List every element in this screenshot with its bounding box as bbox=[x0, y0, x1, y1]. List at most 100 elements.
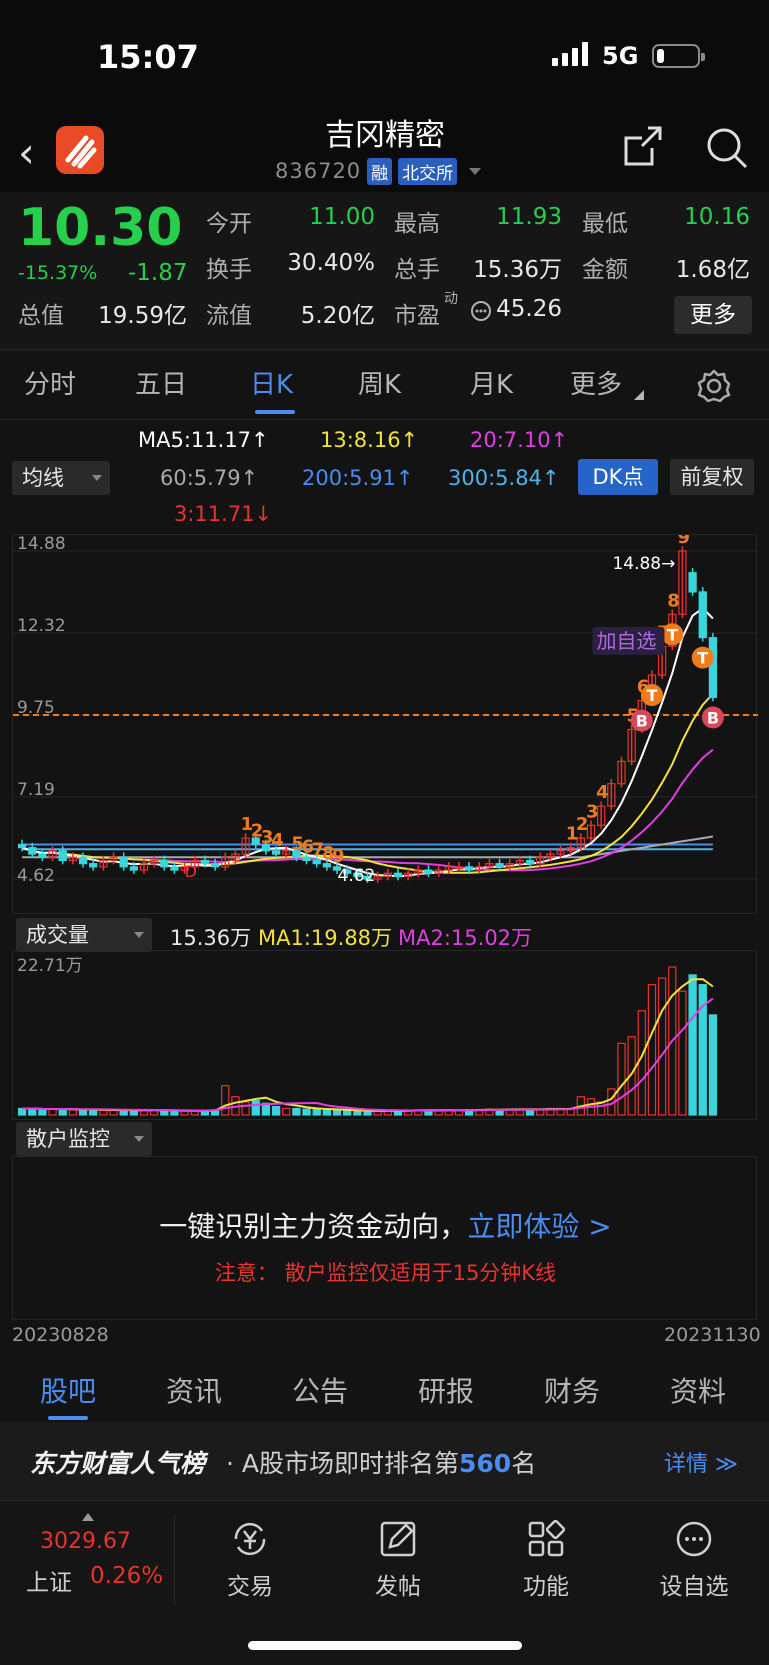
candle bbox=[698, 591, 707, 639]
ma-type-dropdown[interactable]: 均线 bbox=[12, 461, 110, 495]
tab-announcement[interactable]: 公告 bbox=[292, 1370, 348, 1410]
volume-bar bbox=[292, 1107, 301, 1116]
network-type: 5G bbox=[602, 42, 639, 70]
tab-weekly-k[interactable]: 周K bbox=[358, 364, 401, 401]
dk-point-button[interactable]: DK点 bbox=[578, 459, 658, 495]
tab-five-day[interactable]: 五日 bbox=[135, 364, 187, 401]
tab-guba[interactable]: 股吧 bbox=[40, 1370, 96, 1410]
index-pct[interactable]: 0.26% bbox=[90, 1563, 163, 1589]
retail-try-link[interactable]: 立即体验 > bbox=[467, 1210, 611, 1243]
more-quote-button[interactable]: 更多 bbox=[674, 296, 752, 334]
signal-count: 9 bbox=[332, 846, 345, 867]
high-label: 最高 bbox=[394, 211, 440, 237]
volume-bar bbox=[48, 1108, 57, 1116]
info-tab-underline bbox=[48, 1416, 88, 1420]
add-watchlist-button[interactable]: 设自选 bbox=[634, 1519, 754, 1601]
tab-underline bbox=[255, 410, 295, 414]
index-value[interactable]: 3029.67 bbox=[40, 1529, 131, 1554]
candle bbox=[210, 863, 220, 868]
index-name[interactable]: 上证 bbox=[26, 1563, 72, 1597]
signal-count: 4 bbox=[596, 782, 609, 803]
gear-icon[interactable] bbox=[696, 368, 732, 404]
point-label: T bbox=[667, 625, 678, 644]
tab-more[interactable]: 更多 bbox=[570, 364, 622, 401]
candle bbox=[688, 572, 697, 593]
date-start: 20230828 bbox=[12, 1324, 109, 1346]
caret-up-icon bbox=[82, 1513, 94, 1521]
chevron-down-icon bbox=[469, 167, 482, 175]
info-tabs: 股吧 资讯 公告 研报 财务 资料 bbox=[0, 1352, 769, 1422]
volume-bar bbox=[99, 1109, 108, 1116]
tab-finance[interactable]: 财务 bbox=[544, 1370, 600, 1410]
volume-bar bbox=[180, 1110, 189, 1116]
volume-bar bbox=[637, 1010, 646, 1116]
extra-mark: D bbox=[185, 862, 197, 881]
mcap-value: 19.59亿 bbox=[98, 303, 187, 329]
kline-svg[interactable]: 14.8812.329.757.194.62123456789123456789… bbox=[13, 527, 758, 915]
back-icon[interactable]: ‹ bbox=[18, 128, 35, 177]
candle bbox=[58, 850, 67, 862]
turnover-value: 30.40% bbox=[287, 250, 375, 276]
rank-text-before: · A股市场即时排名第 bbox=[226, 1449, 459, 1478]
open-value: 11.00 bbox=[309, 204, 375, 230]
float-label: 流值 bbox=[206, 303, 252, 329]
trade-button[interactable]: 交易 bbox=[190, 1519, 310, 1601]
candle bbox=[89, 863, 98, 868]
pe-superscript: 动 bbox=[444, 291, 458, 307]
signal-count: 3 bbox=[586, 801, 599, 822]
change-percent: -15.37% bbox=[18, 262, 98, 284]
post-button[interactable]: 发帖 bbox=[338, 1519, 458, 1601]
rank-number: 560 bbox=[459, 1449, 512, 1478]
max-price-label: 14.88→ bbox=[612, 554, 675, 574]
tab-news[interactable]: 资讯 bbox=[166, 1370, 222, 1410]
y-tick-label: 7.19 bbox=[17, 780, 55, 800]
volume-bar bbox=[363, 1110, 372, 1116]
rank-text: · A股市场即时排名第560名 bbox=[226, 1444, 536, 1480]
tab-profile[interactable]: 资料 bbox=[670, 1370, 726, 1410]
volume-bar bbox=[353, 1110, 362, 1116]
candle bbox=[78, 856, 88, 865]
tab-research[interactable]: 研报 bbox=[418, 1370, 474, 1410]
function-button[interactable]: 功能 bbox=[486, 1519, 606, 1601]
stock-header: ‹ 吉冈精密 836720 融 北交所 bbox=[0, 110, 769, 192]
volume-bar bbox=[241, 1101, 250, 1116]
last-price: 10.30 bbox=[18, 198, 183, 258]
ma3-legend: 3:11.71↓ bbox=[174, 502, 273, 526]
candle bbox=[129, 866, 138, 871]
app-logo-icon bbox=[56, 126, 104, 174]
change-value: -1.87 bbox=[128, 260, 188, 286]
watchlist-label: 设自选 bbox=[659, 1574, 729, 1600]
candle bbox=[393, 872, 403, 878]
edit-icon bbox=[380, 1521, 416, 1557]
volume-label: 总手 bbox=[394, 257, 440, 283]
volume-bar bbox=[312, 1108, 321, 1116]
low-value: 10.16 bbox=[684, 204, 750, 230]
tab-intraday[interactable]: 分时 bbox=[24, 364, 76, 401]
home-indicator bbox=[248, 1641, 522, 1650]
tab-daily-k[interactable]: 日K bbox=[250, 364, 293, 401]
volume-chart[interactable]: 22.71万 bbox=[12, 950, 757, 1120]
volume-svg[interactable]: 22.71万 bbox=[13, 951, 758, 1121]
adjust-button[interactable]: 前复权 bbox=[670, 459, 754, 495]
volume-bar bbox=[678, 990, 687, 1116]
candle bbox=[170, 866, 179, 871]
search-icon[interactable] bbox=[705, 126, 749, 170]
rank-detail-link[interactable]: 详情 ≫ bbox=[664, 1446, 738, 1478]
share-icon[interactable] bbox=[622, 124, 664, 168]
signal-count: 9 bbox=[677, 535, 690, 548]
turnover-label: 换手 bbox=[206, 257, 252, 283]
popularity-rank-bar[interactable]: 东方财富人气榜 · A股市场即时排名第560名 详情 ≫ bbox=[0, 1422, 769, 1500]
volume-bar bbox=[322, 1109, 332, 1116]
volume-ma1: MA1:19.88万 bbox=[258, 926, 393, 950]
volume-bar bbox=[38, 1109, 47, 1116]
retail-monitor-dropdown[interactable]: 散户监控 bbox=[16, 1122, 152, 1156]
tab-monthly-k[interactable]: 月K bbox=[470, 364, 513, 401]
volume-bar bbox=[657, 977, 667, 1116]
volume-dropdown[interactable]: 成交量 bbox=[16, 918, 152, 952]
stock-code-row[interactable]: 836720 融 北交所 bbox=[275, 157, 482, 185]
exchange-badge: 北交所 bbox=[398, 157, 458, 185]
high-value: 11.93 bbox=[496, 204, 562, 230]
amount-label: 金额 bbox=[582, 257, 628, 283]
y-tick-label: 14.88 bbox=[17, 535, 66, 554]
kline-chart[interactable]: 14.8812.329.757.194.62123456789123456789… bbox=[12, 527, 758, 915]
